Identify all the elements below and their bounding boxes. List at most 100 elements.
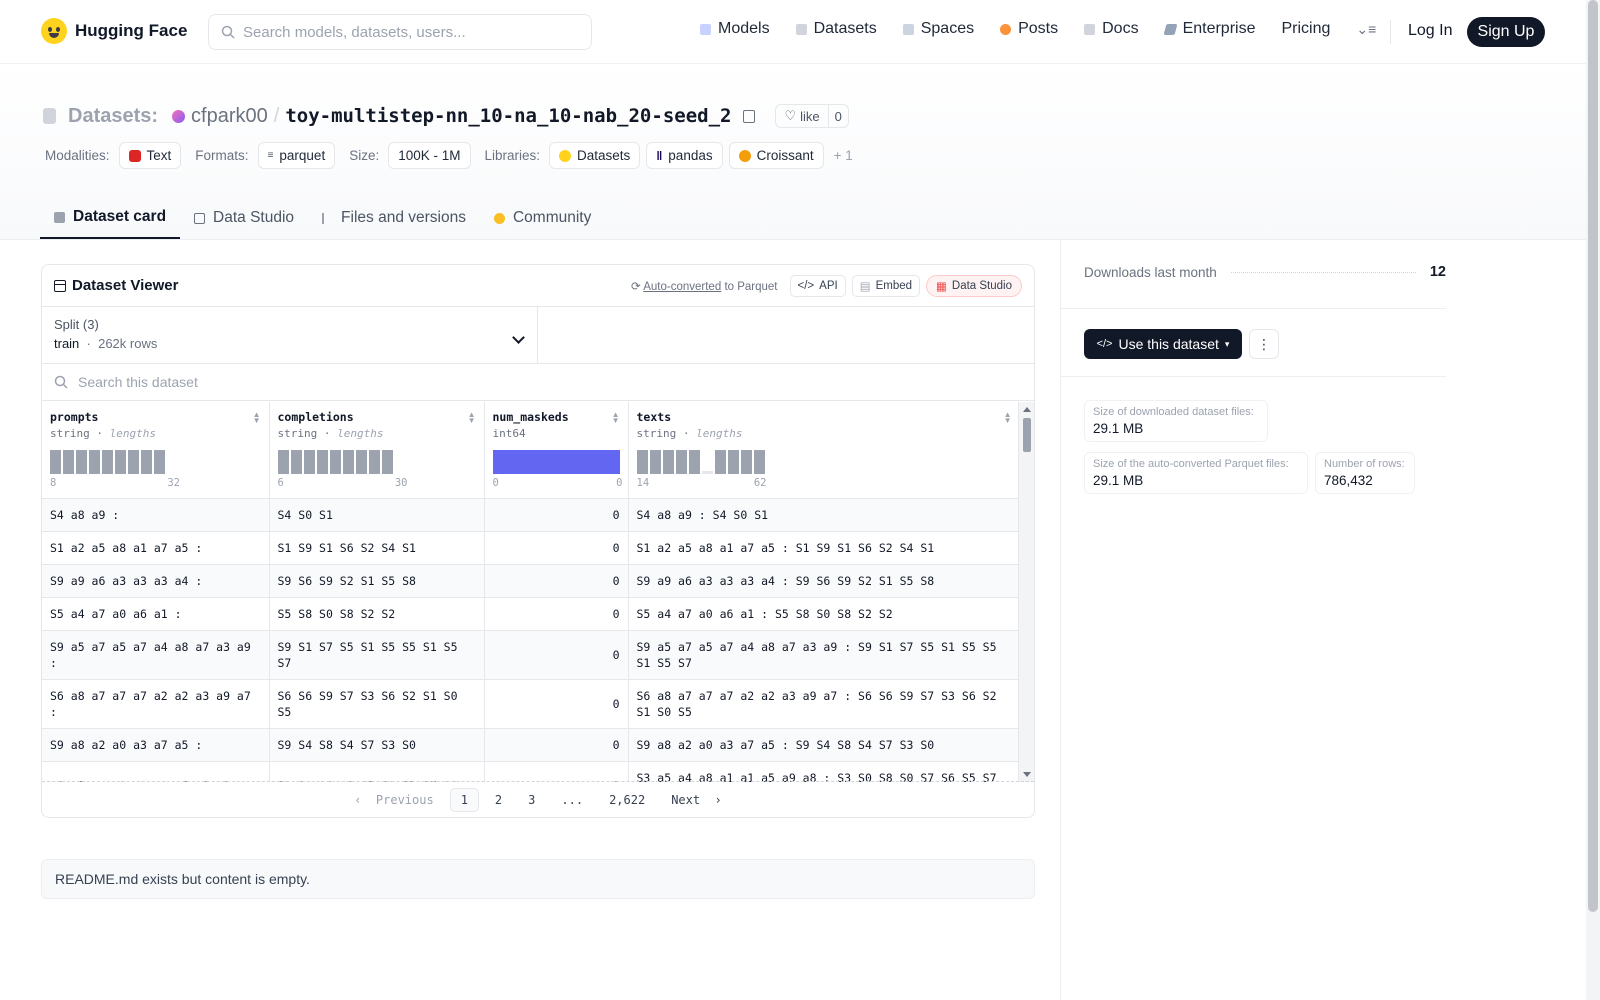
table-cell[interactable]: S1 a2 a5 a8 a1 a7 a5 : S1 S9 S1 S6 S2 S4… (628, 531, 1020, 565)
table-cell[interactable]: 0 (484, 498, 629, 532)
owner-link[interactable]: cfpark00 (191, 105, 268, 128)
modality-tag[interactable]: Text (118, 142, 182, 169)
table-cell[interactable]: S1 a2 a5 a8 a1 a7 a5 : (42, 531, 270, 565)
table-row[interactable]: S6 a8 a7 a7 a7 a2 a2 a3 a9 a7 : S6 S6 S9 … (42, 679, 1020, 729)
column-header-completions[interactable]: completions string · lengths ▲ ▼ 6 30 (269, 402, 485, 499)
table-cell[interactable]: S3 a5 a4 a8 a1 a1 a5 a9 a8 : (42, 761, 270, 782)
embed-button[interactable]: ▤ Embed (851, 274, 921, 297)
page-scrollbar[interactable] (1586, 0, 1600, 1000)
nav-models[interactable]: Models (700, 20, 770, 38)
more-libraries[interactable]: + 1 (834, 148, 853, 163)
table-cell[interactable]: S6 S6 S9 S7 S3 S6 S2 S1 S0 S5 (269, 679, 485, 729)
histogram[interactable] (492, 450, 620, 474)
column-header-texts[interactable]: texts string · lengths ▲ ▼ 14 62 (628, 402, 1020, 499)
column-header-num-maskeds[interactable]: num_maskeds int64 ▲ ▼ 00 (484, 402, 629, 499)
nav-pricing[interactable]: Pricing (1281, 20, 1330, 38)
previous-page-button[interactable]: ‹ Previous (344, 789, 443, 811)
table-cell[interactable]: S6 a8 a7 a7 a7 a2 a2 a3 a9 a7 : (42, 679, 270, 729)
table-cell[interactable]: S3 a5 a4 a8 a1 a1 a5 a9 a8 : S3 S0 S8 S0… (628, 761, 1020, 782)
table-cell[interactable]: 0 (484, 679, 629, 729)
login-link[interactable]: Log In (1408, 22, 1452, 40)
sort-icon[interactable]: ▲ ▼ (468, 411, 476, 425)
repo-name[interactable]: toy-multistep-nn_10-na_10-nab_20-seed_2 (285, 105, 731, 127)
use-dataset-button[interactable]: </> Use this dataset ▾ (1084, 329, 1242, 359)
table-cell[interactable]: 0 (484, 761, 629, 782)
global-search-input[interactable] (243, 23, 563, 41)
table-row[interactable]: S9 a9 a6 a3 a3 a3 a4 : S9 S6 S9 S2 S1 S5 … (42, 564, 1020, 598)
table-cell[interactable]: S9 a5 a7 a5 a7 a4 a8 a7 a3 a9 : (42, 630, 270, 680)
brand-logo[interactable]: Hugging Face (41, 18, 187, 44)
table-cell[interactable]: S3 S0 S8 S0 S7 S6 S5 S7 S8 (269, 761, 485, 782)
table-cell[interactable]: 0 (484, 728, 629, 762)
library-tag-croissant[interactable]: Croissant (728, 142, 824, 169)
dataset-search-input[interactable] (78, 374, 478, 390)
table-cell[interactable]: S9 a9 a6 a3 a3 a3 a4 : (42, 564, 270, 598)
nav-more-menu[interactable]: ⌄≡ (1356, 21, 1376, 38)
size-tag[interactable]: 100K - 1M (388, 142, 471, 169)
table-row[interactable]: S5 a4 a7 a0 a6 a1 : S5 S8 S0 S8 S2 S2 0 S5 … (42, 597, 1020, 631)
more-options-button[interactable]: ⋮ (1249, 329, 1279, 359)
table-cell[interactable]: S9 S4 S8 S4 S7 S3 S0 (269, 728, 485, 762)
histogram[interactable] (277, 450, 476, 474)
table-cell[interactable]: 0 (484, 564, 629, 598)
page-button-last[interactable]: 2,622 (599, 789, 655, 811)
sort-icon[interactable]: ▲ ▼ (1004, 411, 1012, 425)
global-search[interactable] (208, 14, 592, 50)
table-cell[interactable]: S4 a8 a9 : (42, 498, 270, 532)
table-cell[interactable]: S4 a8 a9 : S4 S0 S1 (628, 498, 1020, 532)
table-cell[interactable]: 0 (484, 531, 629, 565)
nav-datasets[interactable]: Datasets (795, 20, 877, 38)
page-scroll-thumb[interactable] (1588, 0, 1598, 912)
table-cell[interactable]: S9 a8 a2 a0 a3 a7 a5 : S9 S4 S8 S4 S7 S3… (628, 728, 1020, 762)
nav-posts[interactable]: Posts (1000, 20, 1058, 38)
table-cell[interactable]: S4 S0 S1 (269, 498, 485, 532)
scroll-down-icon[interactable] (1023, 772, 1031, 777)
like-button[interactable]: ♡ like 0 (775, 104, 849, 128)
nav-spaces[interactable]: Spaces (902, 20, 974, 38)
page-button-3[interactable]: 3 (518, 789, 545, 811)
split-select[interactable]: Split (3) train · 262k rows (42, 307, 538, 363)
table-scrollbar[interactable] (1018, 402, 1034, 782)
tab-files-versions[interactable]: Files and versions (308, 197, 480, 239)
nav-enterprise[interactable]: Enterprise (1163, 20, 1255, 38)
table-cell[interactable]: S6 a8 a7 a7 a7 a2 a2 a3 a9 a7 : S6 S6 S9… (628, 679, 1020, 729)
histogram[interactable] (636, 450, 1012, 474)
table-cell[interactable]: S9 a5 a7 a5 a7 a4 a8 a7 a3 a9 : S9 S1 S7… (628, 630, 1020, 680)
dataset-search[interactable] (42, 364, 1034, 401)
table-cell[interactable]: S9 S1 S7 S5 S1 S5 S5 S1 S5 S7 (269, 630, 485, 680)
auto-converted-link[interactable]: Auto-converted (643, 281, 721, 293)
copy-icon[interactable] (743, 109, 756, 123)
library-tag-datasets[interactable]: Datasets (549, 142, 641, 169)
table-cell[interactable]: S9 a9 a6 a3 a3 a3 a4 : S9 S6 S9 S2 S1 S5… (628, 564, 1020, 598)
table-cell[interactable]: 0 (484, 597, 629, 631)
section-label[interactable]: Datasets: (68, 105, 158, 128)
format-tag[interactable]: ≡ parquet (257, 142, 336, 169)
next-page-button[interactable]: Next › (661, 789, 732, 811)
histogram[interactable] (50, 450, 261, 474)
scroll-thumb[interactable] (1023, 418, 1031, 452)
table-row[interactable]: S9 a5 a7 a5 a7 a4 a8 a7 a3 a9 : S9 S1 S7 … (42, 630, 1020, 680)
table-cell[interactable]: S1 S9 S1 S6 S2 S4 S1 (269, 531, 485, 565)
tab-community[interactable]: Community (480, 197, 605, 239)
scroll-up-icon[interactable] (1023, 407, 1031, 412)
data-studio-button[interactable]: ▦ Data Studio (926, 274, 1022, 297)
table-cell[interactable]: S9 S6 S9 S2 S1 S5 S8 (269, 564, 485, 598)
signup-button[interactable]: Sign Up (1467, 17, 1545, 47)
api-button[interactable]: </> API (789, 274, 846, 297)
page-button-1[interactable]: 1 (449, 787, 479, 812)
table-row[interactable]: S4 a8 a9 : S4 S0 S1 0 S4 a8 a9 : S4 S0 S1 (42, 498, 1020, 532)
column-header-prompts[interactable]: prompts string · lengths ▲ ▼ 8 32 (42, 402, 270, 499)
sort-icon[interactable]: ▲ ▼ (253, 411, 261, 425)
nav-docs[interactable]: Docs (1084, 20, 1139, 38)
table-row[interactable]: S9 a8 a2 a0 a3 a7 a5 : S9 S4 S8 S4 S7 S3 … (42, 728, 1020, 762)
table-row[interactable]: S3 a5 a4 a8 a1 a1 a5 a9 a8 : S3 S0 S8 S0 … (42, 761, 1020, 782)
library-tag-pandas[interactable]: ‖ pandas (646, 142, 723, 169)
table-cell[interactable]: S5 S8 S0 S8 S2 S2 (269, 597, 485, 631)
table-row[interactable]: S1 a2 a5 a8 a1 a7 a5 : S1 S9 S1 S6 S2 S4 … (42, 531, 1020, 565)
table-cell[interactable]: 0 (484, 630, 629, 680)
tab-dataset-card[interactable]: Dataset card (40, 197, 181, 239)
tab-data-studio[interactable]: Data Studio (180, 197, 308, 239)
table-cell[interactable]: S5 a4 a7 a0 a6 a1 : (42, 597, 270, 631)
table-cell[interactable]: S5 a4 a7 a0 a6 a1 : S5 S8 S0 S8 S2 S2 (628, 597, 1020, 631)
sort-icon[interactable]: ▲ ▼ (612, 411, 620, 425)
